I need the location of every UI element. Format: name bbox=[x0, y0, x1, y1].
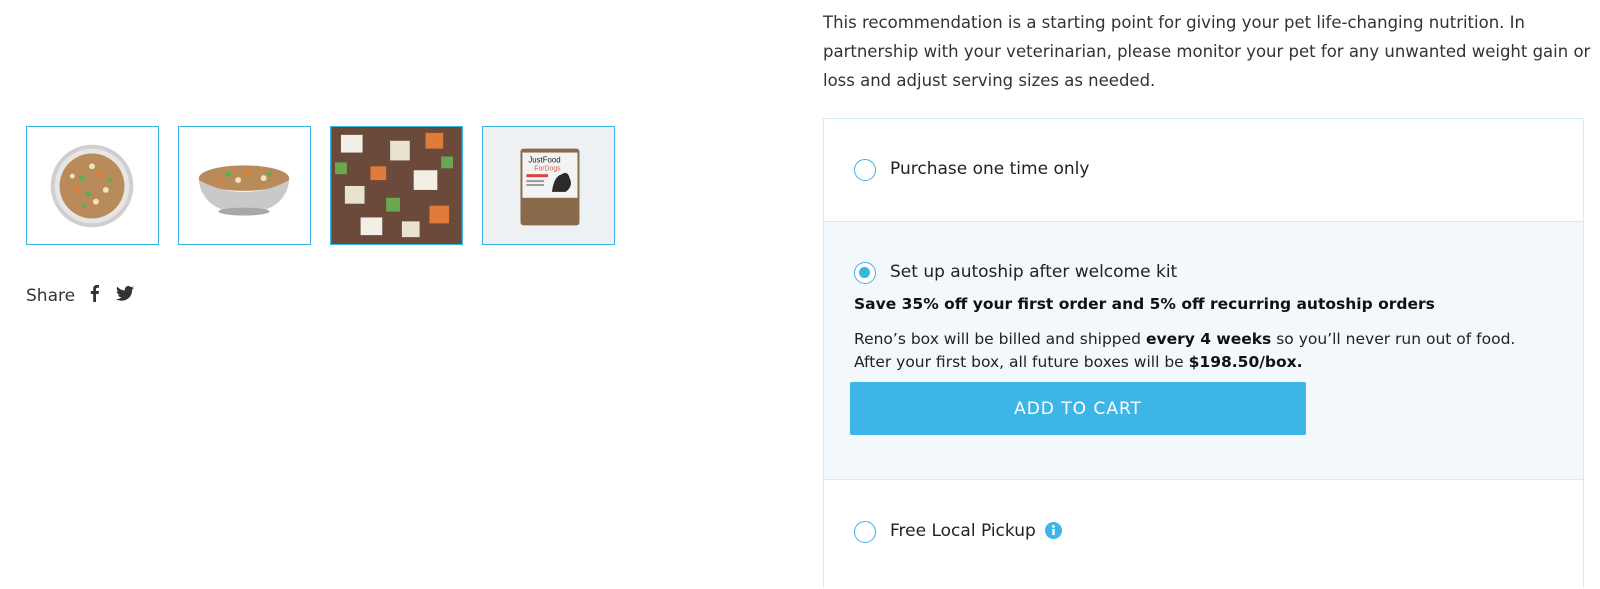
option-local-pickup[interactable]: Free Local Pickup bbox=[824, 480, 1583, 589]
option-local-pickup-label: Free Local Pickup bbox=[890, 521, 1063, 544]
radio-local-pickup[interactable] bbox=[854, 521, 876, 543]
option-autoship-label: Set up autoship after welcome kit bbox=[890, 262, 1178, 282]
option-one-time[interactable]: Purchase one time only bbox=[824, 119, 1583, 222]
bowl-side-image bbox=[179, 127, 310, 244]
local-pickup-text: Free Local Pickup bbox=[890, 521, 1036, 541]
share-label: Share bbox=[26, 285, 76, 306]
info-icon[interactable] bbox=[1045, 522, 1063, 544]
facebook-icon[interactable] bbox=[89, 284, 100, 307]
thumbnail-package[interactable]: JustFood ForDogs bbox=[482, 126, 615, 245]
bowl-top-image bbox=[27, 127, 158, 244]
thumbnail-bowl-top[interactable] bbox=[26, 126, 159, 245]
billing-prefix: Reno’s box will be billed and shipped bbox=[854, 330, 1146, 348]
radio-one-time[interactable] bbox=[854, 159, 876, 181]
purchase-options: Purchase one time only Set up autoship a… bbox=[823, 118, 1584, 589]
thumbnail-food-closeup[interactable] bbox=[330, 126, 463, 245]
recommendation-intro: This recommendation is a starting point … bbox=[823, 13, 1591, 90]
package-brand-text: JustFood bbox=[528, 155, 560, 164]
twitter-icon[interactable] bbox=[116, 285, 135, 306]
option-one-time-label: Purchase one time only bbox=[890, 159, 1090, 179]
share-row: Share bbox=[26, 284, 150, 307]
thumbnail-bowl-side[interactable] bbox=[178, 126, 311, 245]
billing-price: $198.50/box. bbox=[1188, 353, 1303, 371]
option-autoship[interactable]: Set up autoship after welcome kit Save 3… bbox=[824, 222, 1583, 480]
billing-frequency: every 4 weeks bbox=[1145, 330, 1272, 348]
autoship-billing-text: Reno’s box will be billed and shipped ev… bbox=[854, 328, 1554, 374]
add-to-cart-button[interactable]: ADD TO CART bbox=[850, 382, 1306, 435]
package-image: JustFood ForDogs bbox=[483, 127, 614, 244]
autoship-savings-text: Save 35% off your first order and 5% off… bbox=[854, 295, 1435, 313]
package-brand-subtext: ForDogs bbox=[534, 165, 561, 172]
radio-autoship[interactable] bbox=[854, 262, 876, 284]
food-closeup-image bbox=[331, 127, 462, 244]
